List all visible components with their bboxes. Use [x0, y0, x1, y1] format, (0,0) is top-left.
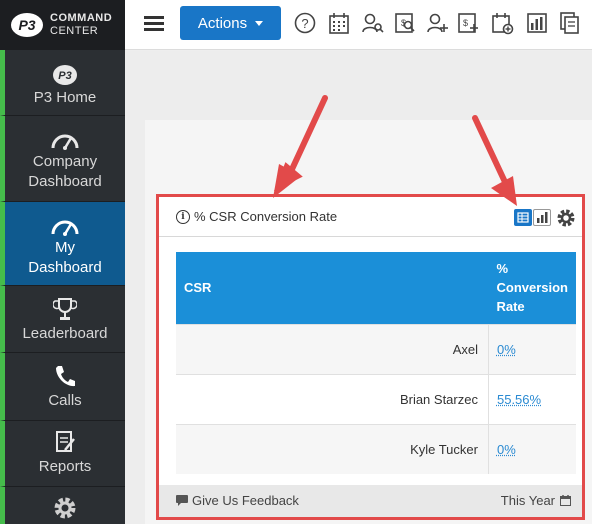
widget-settings-icon[interactable] — [556, 208, 576, 233]
info-icon[interactable]: i — [176, 210, 190, 224]
sidebar-item-reports[interactable]: Reports — [0, 421, 125, 487]
add-calendar-icon[interactable] — [490, 11, 514, 35]
caret-down-icon — [255, 21, 263, 26]
logo-text-center: CENTER — [50, 25, 112, 38]
table-row: Brian Starzec 55.56% — [176, 374, 576, 424]
feedback-link[interactable]: Give Us Feedback — [175, 493, 299, 508]
trophy-icon — [53, 294, 77, 322]
conversion-rate-link[interactable]: 55.56% — [488, 374, 576, 424]
conversion-rate-link[interactable]: 0% — [488, 424, 576, 474]
csr-conversion-widget: i % CSR Conversion Rate CSR % Conversion… — [156, 194, 585, 520]
sidebar-item-label: Leaderboard — [22, 324, 107, 344]
csr-name: Kyle Tucker — [176, 424, 488, 474]
actions-button[interactable]: Actions — [180, 6, 281, 40]
feedback-label: Give Us Feedback — [192, 493, 299, 508]
period-selector[interactable]: This Year — [501, 493, 572, 508]
add-user-icon[interactable] — [425, 11, 449, 35]
calendar-grid-icon[interactable] — [327, 11, 351, 35]
feedback-icon — [175, 494, 189, 507]
bar-chart-icon[interactable] — [525, 11, 549, 35]
column-header-rate[interactable]: % Conversion Rate — [488, 252, 576, 324]
sidebar-item-label: My Dashboard — [25, 238, 105, 278]
gauge-icon — [50, 208, 80, 236]
sidebar-item-leaderboard[interactable]: Leaderboard — [0, 286, 125, 353]
svg-text:P3: P3 — [58, 70, 71, 82]
logo[interactable]: P3 COMMAND CENTER — [0, 0, 125, 50]
widget-title: % CSR Conversion Rate — [194, 209, 337, 224]
widget-footer: Give Us Feedback This Year — [159, 485, 582, 517]
sidebar-item-label: Reports — [39, 457, 92, 477]
chart-view-icon[interactable] — [533, 209, 551, 226]
column-header-csr[interactable]: CSR — [176, 252, 488, 324]
sidebar: P3 COMMAND CENTER P3 P3 Home Company Das… — [0, 0, 125, 524]
sidebar-item-label: Calls — [48, 391, 81, 411]
top-bar: Actions ? $ $ — [125, 0, 592, 50]
sidebar-item-calls[interactable]: Calls — [0, 353, 125, 421]
svg-text:$: $ — [463, 18, 468, 28]
p3-logo-icon: P3 — [52, 58, 78, 86]
search-dollar-icon[interactable]: $ — [393, 11, 417, 35]
phone-icon — [53, 361, 77, 389]
table-row: Axel 0% — [176, 324, 576, 374]
annotation-arrow-right — [465, 110, 525, 210]
calendar-icon — [559, 494, 572, 507]
table-row: Kyle Tucker 0% — [176, 424, 576, 474]
report-icon — [54, 427, 76, 455]
sidebar-item-company-dashboard[interactable]: Company Dashboard — [0, 116, 125, 202]
csr-name: Axel — [176, 324, 488, 374]
table-view-icon[interactable] — [514, 209, 532, 226]
sidebar-item-settings[interactable] — [0, 487, 125, 524]
help-icon[interactable]: ? — [293, 11, 317, 35]
menu-icon[interactable] — [144, 16, 164, 32]
annotation-arrow-left — [265, 90, 335, 210]
documents-icon[interactable] — [558, 11, 582, 35]
svg-text:P3: P3 — [18, 17, 35, 33]
gear-icon — [52, 493, 78, 521]
period-label: This Year — [501, 493, 555, 508]
logo-text-command: COMMAND — [50, 12, 112, 25]
add-invoice-icon[interactable]: $ — [456, 11, 480, 35]
gauge-icon — [50, 122, 80, 150]
sidebar-item-label: Company Dashboard — [20, 152, 110, 192]
csr-name: Brian Starzec — [176, 374, 488, 424]
sidebar-item-p3-home[interactable]: P3 P3 Home — [0, 50, 125, 116]
actions-label: Actions — [198, 15, 247, 32]
svg-text:?: ? — [301, 16, 308, 31]
conversion-rate-link[interactable]: 0% — [488, 324, 576, 374]
user-search-icon[interactable] — [361, 11, 385, 35]
csr-table: CSR % Conversion Rate Axel 0% Brian Star… — [176, 252, 576, 474]
sidebar-item-my-dashboard[interactable]: My Dashboard — [0, 202, 125, 286]
sidebar-item-label: P3 Home — [34, 88, 97, 108]
p3-logo-icon: P3 — [10, 11, 44, 39]
